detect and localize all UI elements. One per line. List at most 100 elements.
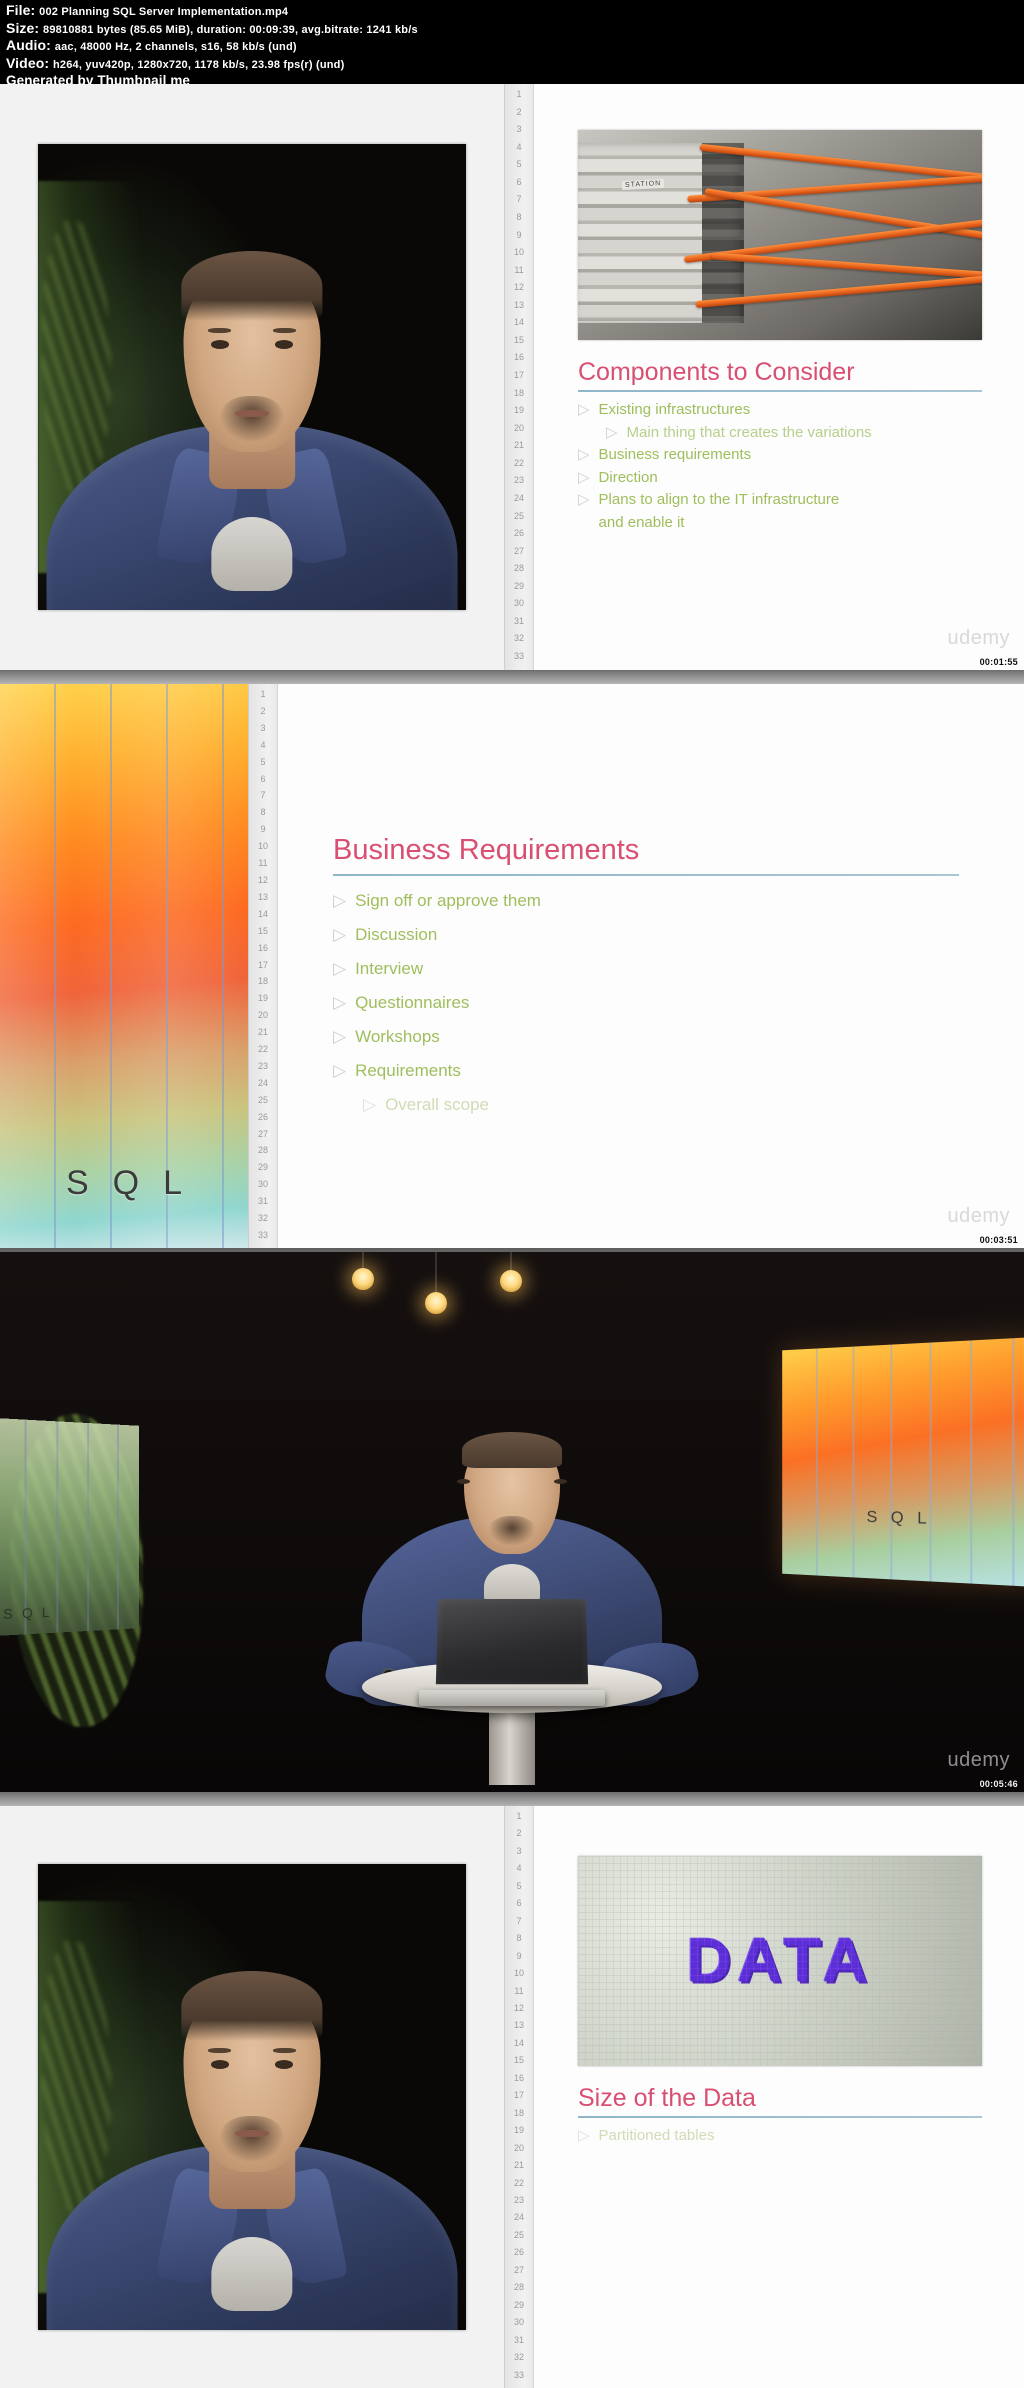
slide-bullet: ▷ Overall scope xyxy=(363,1088,973,1122)
ruler-line-number: 31 xyxy=(513,615,524,626)
ruler-line-number: 16 xyxy=(257,942,268,953)
size-label: Size: xyxy=(6,19,40,36)
slide-1: STATION Components to Consider ▷ Existing… xyxy=(534,84,1024,670)
ruler-line-number: 22 xyxy=(257,1044,268,1055)
ruler-line-number: 29 xyxy=(257,1162,268,1173)
slide-bullet: ▷ Plans to align to the IT infrastructure xyxy=(578,489,1008,512)
video-label: Video: xyxy=(6,54,50,71)
ruler-line-number: 11 xyxy=(258,858,268,869)
thumbnail-2[interactable]: SQL 1 2 3 4 5 6 7 8 9 10 11 12 13 14 15 16 17 18 19 20 21 22 2… xyxy=(0,684,1024,1248)
pendant-bulb-1 xyxy=(352,1252,374,1290)
slide-2-rule xyxy=(333,874,959,876)
bullet-triangle-icon: ▷ xyxy=(333,959,347,978)
ruler-line-number: 30 xyxy=(513,2317,524,2328)
bullet-triangle-icon: ▷ xyxy=(578,2127,590,2144)
slide-bullet: ▷ Sign off or approve them xyxy=(333,884,973,918)
ruler-line-number: 32 xyxy=(513,2352,524,2363)
ruler-line-number: 8 xyxy=(260,807,266,818)
line-number-ruler-1: 1 2 3 4 5 6 7 8 9 10 11 12 13 14 15 16 17 18 19 20 21 22 23 24 2… xyxy=(504,84,534,670)
ruler-line-number: 27 xyxy=(513,545,524,556)
slide-bullet: ▷ Requirements xyxy=(333,1054,973,1088)
bullet-triangle-icon: ▷ xyxy=(333,925,347,944)
slide-bullet-label: Business requirements xyxy=(598,446,752,463)
ruler-line-number: 26 xyxy=(513,2247,524,2258)
ruler-line-number: 19 xyxy=(513,405,524,416)
ruler-line-number: 32 xyxy=(257,1213,268,1224)
slide-bullet-label: Main thing that creates the variations xyxy=(626,423,872,441)
slide-bullet: ▷ Questionnaires xyxy=(333,986,973,1020)
slide-bullet: ▷ Partitioned tables xyxy=(578,2124,1008,2147)
panel-separator-1 xyxy=(0,670,1024,684)
ruler-line-number: 20 xyxy=(513,422,524,433)
ruler-line-number: 6 xyxy=(516,1898,522,1909)
audio-label: Audio: xyxy=(6,37,51,53)
ruler-line-number: 4 xyxy=(260,739,266,750)
presenter-figure xyxy=(38,144,466,610)
thumbnail-3[interactable]: SQL SQL udemy 00:05:46 xyxy=(0,1252,1024,1792)
ruler-line-number: 1 xyxy=(516,89,522,99)
studio-screen-left-text: SQL xyxy=(3,1603,59,1623)
ruler-line-number: 3 xyxy=(516,124,522,135)
bullet-triangle-icon: ▷ xyxy=(578,468,590,486)
line-number-ruler-3: 1 2 3 4 5 6 7 8 9 10 11 12 13 14 15 16 17 18 19 20 21 22 23 24 2… xyxy=(504,1806,534,2388)
slide-1-rule xyxy=(578,390,982,392)
slide-4-rule xyxy=(578,2116,982,2118)
size-value: 89810881 bytes (85.65 MiB), duration: 00… xyxy=(43,23,418,36)
ruler-line-number: 11 xyxy=(514,1985,524,1996)
ruler-line-number: 32 xyxy=(513,633,524,644)
info-line-video: Video: h264, yuv420p, 1280x720, 1178 kb/… xyxy=(6,54,1018,74)
ruler-line-number: 10 xyxy=(257,841,268,852)
ruler-line-number: 4 xyxy=(516,1863,522,1874)
ruler-line-number: 16 xyxy=(513,352,524,363)
slide-1-title: Components to Consider xyxy=(578,358,855,386)
talking-head-video-1 xyxy=(0,84,504,670)
ruler-line-number: 22 xyxy=(513,457,524,468)
bullet-triangle-icon: ▷ xyxy=(333,891,347,910)
udemy-watermark-1: udemy xyxy=(947,627,1010,649)
ruler-line-number: 12 xyxy=(513,282,524,293)
slide-2: Business Requirements ▷ Sign off or appro… xyxy=(278,684,1024,1248)
ruler-line-number: 11 xyxy=(514,264,524,275)
ruler-line-number: 5 xyxy=(260,756,266,767)
ruler-line-number: 10 xyxy=(513,247,524,258)
ruler-line-number: 20 xyxy=(513,2142,524,2153)
slide-2-bullets: ▷ Sign off or approve them ▷ Discussion ▷ Int… xyxy=(333,884,973,1122)
ruler-line-number: 13 xyxy=(257,891,268,902)
thumbnail-4[interactable]: 1 2 3 4 5 6 7 8 9 10 11 12 13 14 15 16 17 18 19 20 21 22 23 24 2… xyxy=(0,1806,1024,2388)
bullet-triangle-icon: ▷ xyxy=(578,446,590,463)
studio-screen-right: SQL xyxy=(782,1336,1024,1588)
ruler-line-number: 23 xyxy=(513,475,524,486)
slide-bullet-label: Sign off or approve them xyxy=(355,891,541,910)
slide-bullet: ▷ Main thing that creates the variations xyxy=(606,422,1008,445)
slide-bullet-label: Interview xyxy=(355,959,424,978)
info-line-audio: Audio: aac, 48000 Hz, 2 channels, s16, 5… xyxy=(6,37,1018,56)
slide-4: DATA Size of the Data ▷ Partitioned table… xyxy=(534,1806,1024,2388)
ruler-line-number: 23 xyxy=(513,2194,524,2205)
thumbnail-1[interactable]: 1 2 3 4 5 6 7 8 9 10 11 12 13 14 15 16 17 18 19 20 21 22 23 24 2… xyxy=(0,84,1024,670)
ruler-line-number: 33 xyxy=(513,651,524,661)
presenter-figure-2 xyxy=(38,1864,466,2330)
thumbnail-contact-sheet: File: 002 Planning SQL Server Implementa… xyxy=(0,0,1024,2388)
ruler-line-number: 28 xyxy=(513,563,524,574)
ruler-line-number: 23 xyxy=(257,1060,268,1071)
ruler-line-number: 29 xyxy=(513,580,524,591)
slide-1-bullets: ▷ Existing infrastructures ▷ Main thing tha… xyxy=(578,399,1008,534)
ruler-line-number: 30 xyxy=(257,1179,268,1190)
ruler-line-number: 3 xyxy=(516,1845,522,1856)
ruler-line-number: 25 xyxy=(257,1094,268,1105)
ruler-line-number: 15 xyxy=(257,925,268,936)
ruler-line-number: 24 xyxy=(257,1077,268,1088)
udemy-watermark-3: udemy xyxy=(947,1749,1010,1771)
patch-panel-photo: STATION xyxy=(578,130,982,340)
slide-2-title: Business Requirements xyxy=(333,834,640,866)
bullet-triangle-icon: ▷ xyxy=(363,1095,377,1114)
ruler-line-number: 4 xyxy=(516,141,522,152)
ruler-line-number: 5 xyxy=(516,1880,522,1891)
slide-bullet-label: and enable it xyxy=(598,513,685,531)
info-line-file: File: 002 Planning SQL Server Implementa… xyxy=(6,2,1018,21)
ruler-line-number: 18 xyxy=(513,2107,524,2118)
ruler-line-number: 17 xyxy=(513,2090,524,2101)
audio-value: aac, 48000 Hz, 2 channels, s16, 58 kb/s … xyxy=(54,41,297,53)
bullet-triangle-icon: ▷ xyxy=(333,993,347,1012)
ruler-line-number: 1 xyxy=(516,1811,522,1821)
